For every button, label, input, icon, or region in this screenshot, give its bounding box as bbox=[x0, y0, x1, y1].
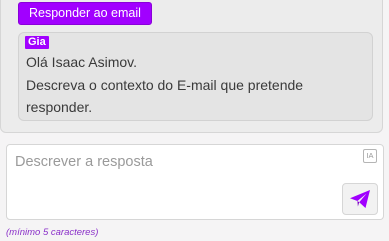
message-line-instruction: Descreva o contexto do E-mail que preten… bbox=[26, 77, 304, 93]
message-line-greeting: Olá Isaac Asimov. bbox=[26, 54, 138, 70]
reply-composer: IA bbox=[6, 144, 384, 220]
send-button[interactable] bbox=[342, 183, 378, 215]
assistant-message-bubble: Gia Olá Isaac Asimov. Descreva o context… bbox=[18, 32, 373, 121]
minimum-characters-hint: (mínimo 5 caracteres) bbox=[6, 227, 99, 238]
gia-email-assistant: Responder ao email Gia Olá Isaac Asimov.… bbox=[0, 0, 389, 241]
message-line-instruction-end: responder. bbox=[26, 99, 93, 115]
chat-panel: Responder ao email Gia Olá Isaac Asimov.… bbox=[0, 0, 383, 133]
ia-icon[interactable]: IA bbox=[363, 149, 377, 163]
send-icon bbox=[350, 190, 370, 208]
reply-to-email-button[interactable]: Responder ao email bbox=[18, 2, 152, 25]
sender-badge: Gia bbox=[25, 36, 49, 49]
reply-description-input[interactable] bbox=[15, 151, 345, 173]
